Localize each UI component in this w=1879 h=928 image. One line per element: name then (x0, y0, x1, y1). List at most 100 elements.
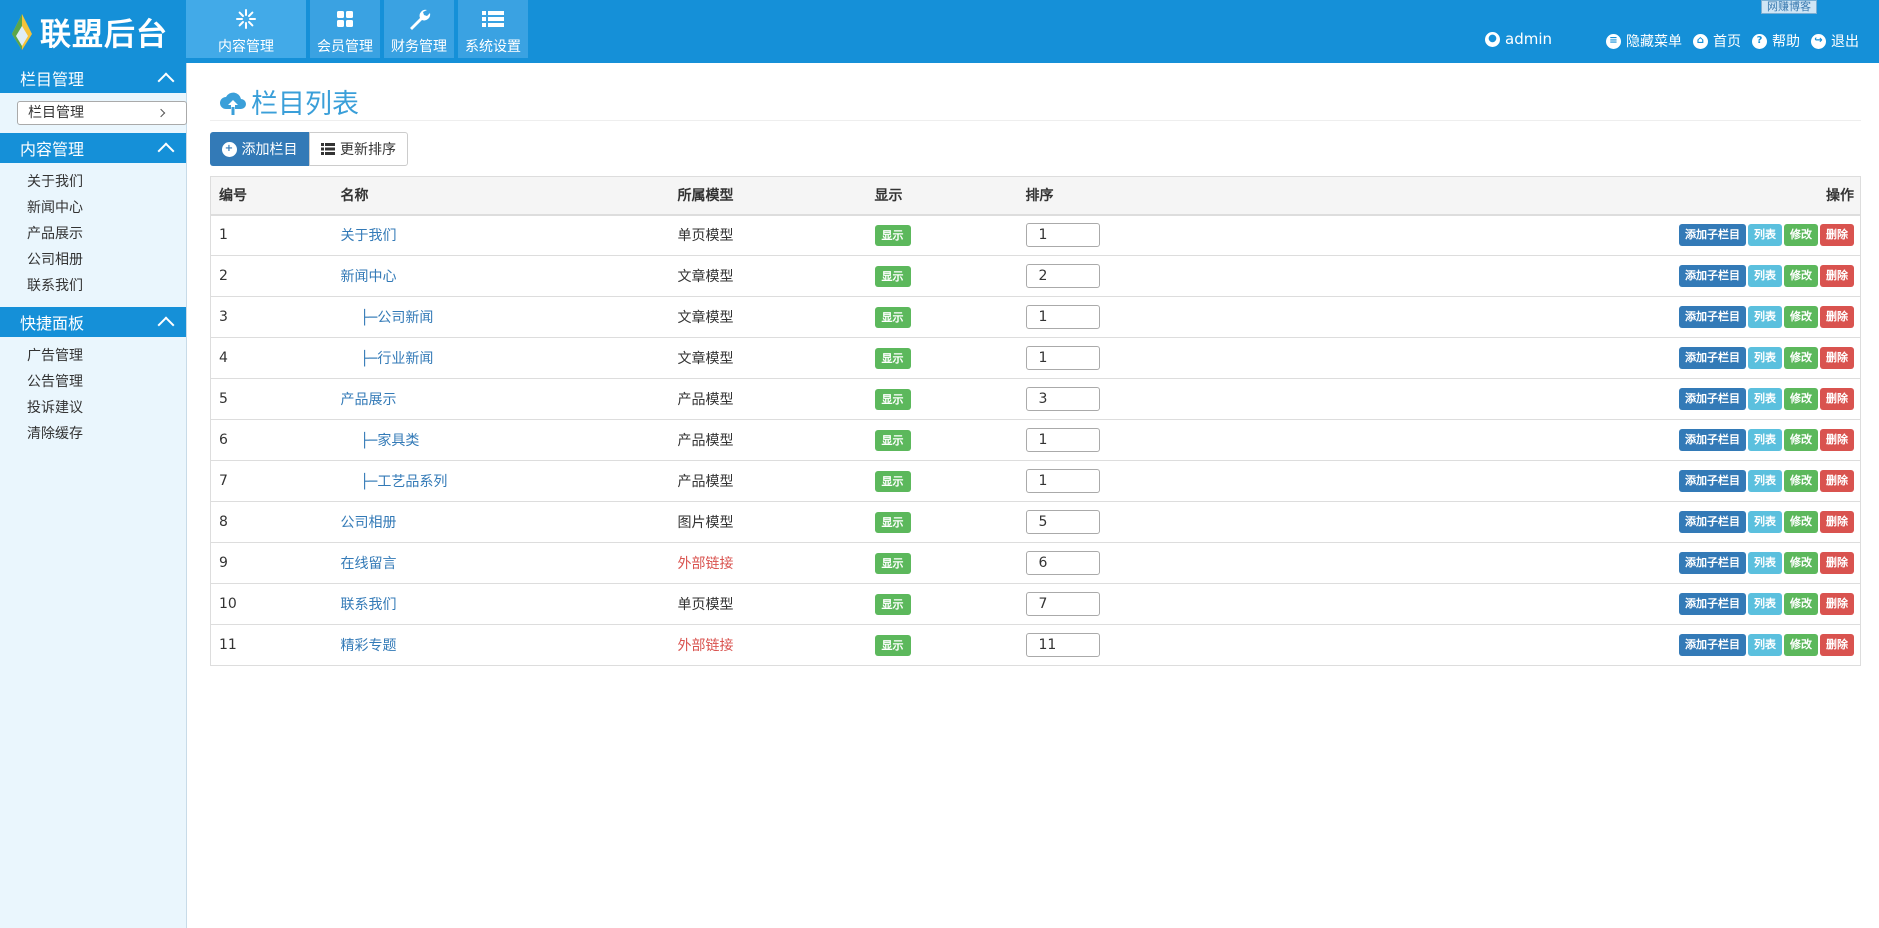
category-name-link[interactable]: ├─工艺品系列 (341, 474, 448, 490)
list-button[interactable]: 列表 (1748, 347, 1782, 369)
cell-name[interactable]: ├─工艺品系列 (332, 460, 670, 502)
sidebar-item[interactable]: 清除缓存 (0, 421, 186, 447)
sort-input[interactable] (1025, 428, 1100, 452)
category-name-link[interactable]: 联系我们 (341, 597, 397, 613)
sort-input[interactable] (1025, 346, 1100, 370)
add-category-button[interactable]: + 添加栏目 (210, 132, 309, 166)
delete-button[interactable]: 删除 (1820, 593, 1854, 615)
list-button[interactable]: 列表 (1748, 593, 1782, 615)
add-subcategory-button[interactable]: 添加子栏目 (1679, 470, 1746, 492)
floating-tag[interactable]: 网赚博客 (1761, 0, 1817, 14)
sidebar-item[interactable]: 公司相册 (0, 247, 186, 273)
add-subcategory-button[interactable]: 添加子栏目 (1679, 265, 1746, 287)
add-subcategory-button[interactable]: 添加子栏目 (1679, 347, 1746, 369)
sidebar-item[interactable]: 联系我们 (0, 273, 186, 299)
delete-button[interactable]: 删除 (1820, 347, 1854, 369)
cell-name[interactable]: ├─家具类 (332, 419, 670, 461)
add-subcategory-button[interactable]: 添加子栏目 (1679, 511, 1746, 533)
tab-settings[interactable]: 系统设置 (458, 0, 528, 58)
list-button[interactable]: 列表 (1748, 306, 1782, 328)
list-button[interactable]: 列表 (1748, 388, 1782, 410)
sidebar-item-category[interactable]: 栏目管理 (17, 101, 187, 125)
sort-input[interactable] (1025, 305, 1100, 329)
list-button[interactable]: 列表 (1748, 224, 1782, 247)
sort-input[interactable] (1025, 633, 1100, 657)
cell-name[interactable]: 在线留言 (332, 542, 670, 584)
add-subcategory-button[interactable]: 添加子栏目 (1679, 552, 1746, 574)
list-button[interactable]: 列表 (1748, 429, 1782, 451)
sidebar-item[interactable]: 关于我们 (0, 169, 186, 195)
category-name-link[interactable]: ├─家具类 (341, 433, 420, 449)
delete-button[interactable]: 删除 (1820, 470, 1854, 492)
sort-input[interactable] (1025, 592, 1100, 616)
sidebar-group-header[interactable]: 快捷面板 (0, 307, 186, 337)
delete-button[interactable]: 删除 (1820, 511, 1854, 533)
delete-button[interactable]: 删除 (1820, 429, 1854, 451)
cell-name[interactable]: 关于我们 (332, 214, 670, 256)
cell-name[interactable]: 联系我们 (332, 583, 670, 625)
add-subcategory-button[interactable]: 添加子栏目 (1679, 224, 1746, 247)
sidebar-group-header[interactable]: 栏目管理 (0, 63, 186, 93)
category-name-link[interactable]: 新闻中心 (341, 269, 397, 285)
cell-name[interactable]: 精彩专题 (332, 624, 670, 666)
home-link[interactable]: ⌂ 首页 (1693, 31, 1741, 51)
add-subcategory-button[interactable]: 添加子栏目 (1679, 593, 1746, 615)
list-button[interactable]: 列表 (1748, 634, 1782, 656)
edit-button[interactable]: 修改 (1784, 552, 1818, 574)
delete-button[interactable]: 删除 (1820, 306, 1854, 328)
edit-button[interactable]: 修改 (1784, 265, 1818, 287)
cell-name[interactable]: ├─行业新闻 (332, 337, 670, 379)
delete-button[interactable]: 删除 (1820, 388, 1854, 410)
add-subcategory-button[interactable]: 添加子栏目 (1679, 306, 1746, 328)
category-name-link[interactable]: 精彩专题 (341, 638, 397, 654)
update-sort-button[interactable]: 更新排序 (309, 132, 408, 166)
add-subcategory-button[interactable]: 添加子栏目 (1679, 388, 1746, 410)
help-link[interactable]: ? 帮助 (1752, 31, 1800, 51)
sort-input[interactable] (1025, 264, 1100, 288)
edit-button[interactable]: 修改 (1784, 347, 1818, 369)
category-name-link[interactable]: ├─公司新闻 (341, 310, 434, 326)
category-name-link[interactable]: ├─行业新闻 (341, 351, 434, 367)
edit-button[interactable]: 修改 (1784, 511, 1818, 533)
list-button[interactable]: 列表 (1748, 552, 1782, 574)
add-subcategory-button[interactable]: 添加子栏目 (1679, 429, 1746, 451)
list-button[interactable]: 列表 (1748, 470, 1782, 492)
category-name-link[interactable]: 在线留言 (341, 556, 397, 572)
tab-members[interactable]: 会员管理 (310, 0, 380, 58)
sidebar-item[interactable]: 新闻中心 (0, 195, 186, 221)
user-menu[interactable]: ● admin (1485, 30, 1552, 48)
list-button[interactable]: 列表 (1748, 265, 1782, 287)
sidebar-item[interactable]: 产品展示 (0, 221, 186, 247)
cell-name[interactable]: 产品展示 (332, 378, 670, 420)
sidebar-item[interactable]: 投诉建议 (0, 395, 186, 421)
sidebar-group-header[interactable]: 内容管理 (0, 133, 186, 163)
delete-button[interactable]: 删除 (1820, 224, 1854, 247)
edit-button[interactable]: 修改 (1784, 224, 1818, 247)
cell-name[interactable]: 新闻中心 (332, 255, 670, 297)
edit-button[interactable]: 修改 (1784, 429, 1818, 451)
sort-input[interactable] (1025, 510, 1100, 534)
sidebar-item[interactable]: 公告管理 (0, 369, 186, 395)
add-subcategory-button[interactable]: 添加子栏目 (1679, 634, 1746, 656)
edit-button[interactable]: 修改 (1784, 306, 1818, 328)
edit-button[interactable]: 修改 (1784, 470, 1818, 492)
sort-input[interactable] (1025, 387, 1100, 411)
category-name-link[interactable]: 产品展示 (341, 392, 397, 408)
edit-button[interactable]: 修改 (1784, 593, 1818, 615)
tab-content[interactable]: 内容管理 (186, 0, 306, 58)
logout-link[interactable]: ↪ 退出 (1811, 31, 1859, 51)
sort-input[interactable] (1025, 223, 1100, 248)
hide-menu-link[interactable]: ≡ 隐藏菜单 (1606, 31, 1682, 51)
delete-button[interactable]: 删除 (1820, 552, 1854, 574)
delete-button[interactable]: 删除 (1820, 634, 1854, 656)
delete-button[interactable]: 删除 (1820, 265, 1854, 287)
sort-input[interactable] (1025, 551, 1100, 575)
list-button[interactable]: 列表 (1748, 511, 1782, 533)
edit-button[interactable]: 修改 (1784, 388, 1818, 410)
sidebar-item[interactable]: 广告管理 (0, 343, 186, 369)
cell-name[interactable]: 公司相册 (332, 501, 670, 543)
tab-finance[interactable]: 财务管理 (384, 0, 454, 58)
edit-button[interactable]: 修改 (1784, 634, 1818, 656)
sort-input[interactable] (1025, 469, 1100, 493)
category-name-link[interactable]: 公司相册 (341, 515, 397, 531)
